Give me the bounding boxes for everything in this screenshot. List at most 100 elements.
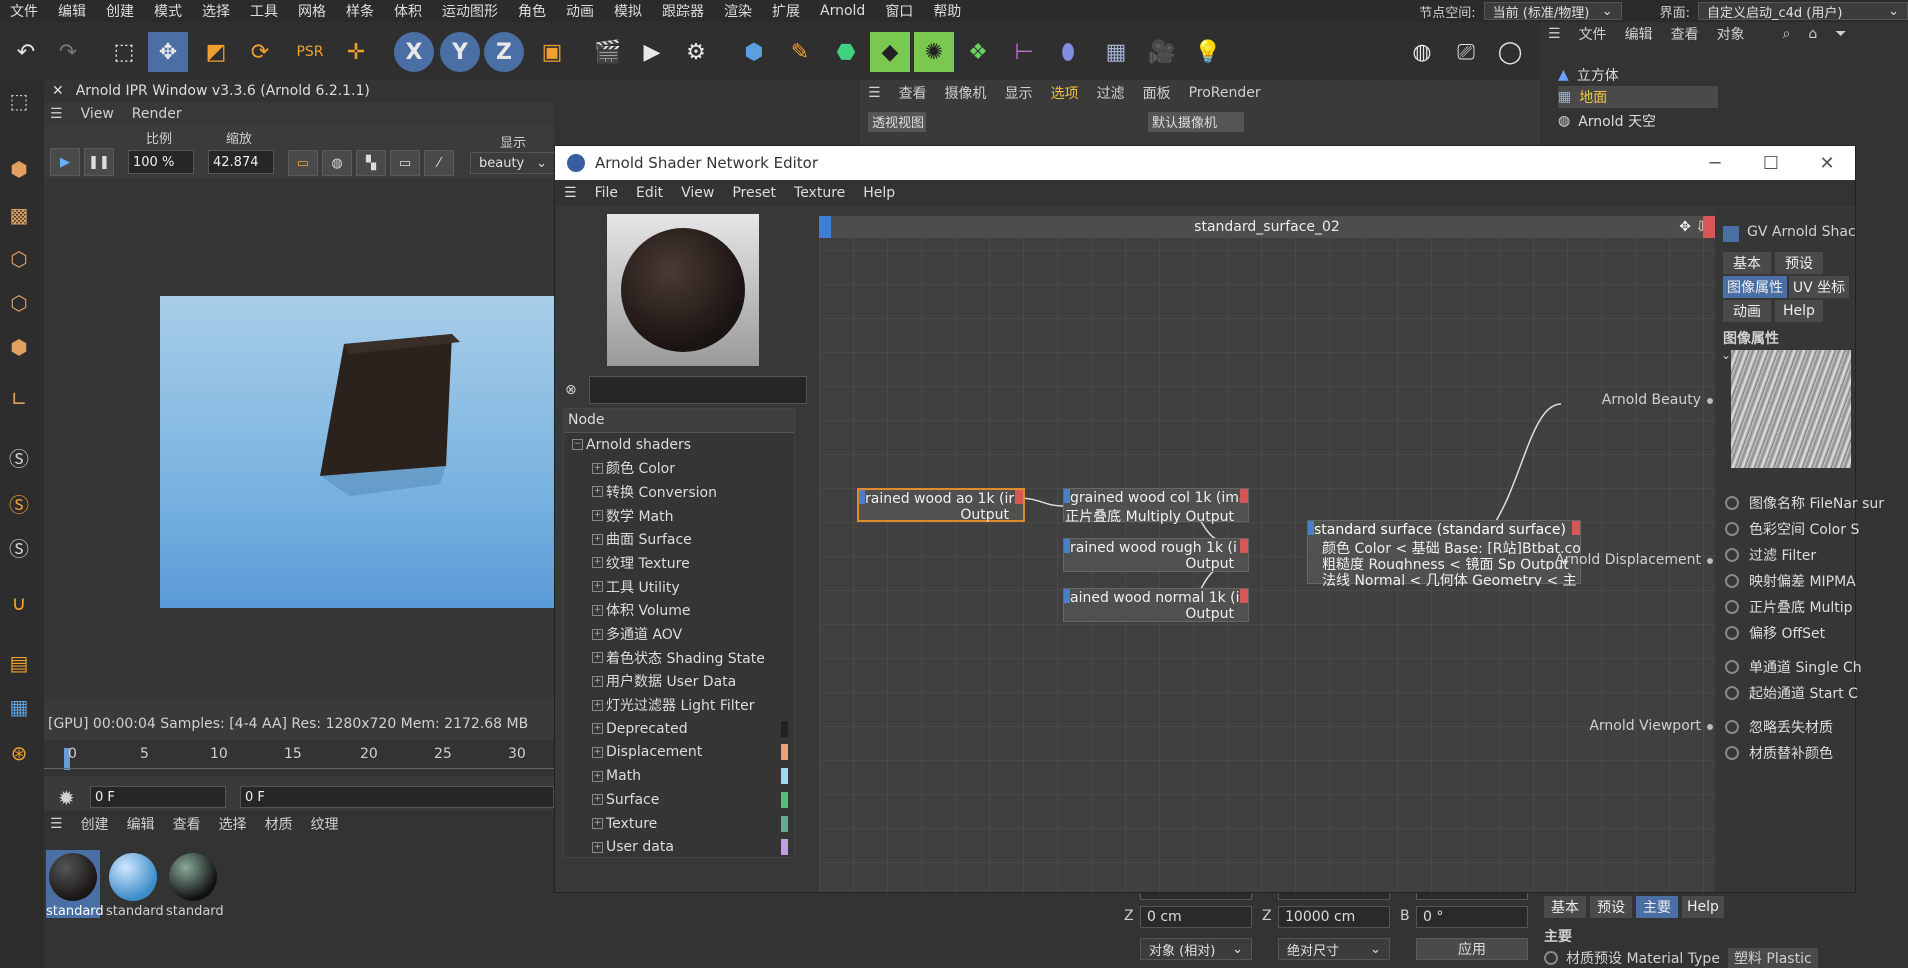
mat-menu-texture[interactable]: 纹理 <box>311 814 339 834</box>
vp-menu-prorender[interactable]: ProRender <box>1189 85 1261 101</box>
props-tab-help[interactable]: Help <box>1775 300 1823 322</box>
monitor-icon[interactable]: ▭ <box>288 150 318 176</box>
prop-row[interactable]: 起始通道 Start C <box>1725 682 1858 704</box>
dlg-menu-preset[interactable]: Preset <box>723 185 785 201</box>
pause-icon[interactable]: ❚❚ <box>84 148 114 176</box>
prop-row[interactable]: 过滤 Filter <box>1725 544 1816 566</box>
tree-item[interactable]: + 用户数据 User Data <box>564 670 794 694</box>
props-tab-image[interactable]: 图像属性 <box>1723 276 1787 298</box>
y-axis-icon[interactable]: Y <box>440 32 480 72</box>
prop-row[interactable]: 映射偏差 MIPMA <box>1725 570 1856 592</box>
expand-icon[interactable]: + <box>592 510 603 522</box>
output-viewport-port[interactable] <box>1707 724 1713 730</box>
props-tab-uv[interactable]: UV 坐标 <box>1789 276 1849 298</box>
minimize-icon[interactable]: ─ <box>1687 146 1743 180</box>
object-row-cube[interactable]: ▲ 立方体 <box>1558 64 1619 86</box>
prop-row[interactable]: 色彩空间 Color S <box>1725 518 1859 540</box>
scale-icon[interactable]: ◩ <box>196 32 236 72</box>
grid-icon[interactable]: ▦ <box>2 690 36 724</box>
prop-row[interactable]: 材质替补颜色 <box>1725 742 1833 764</box>
coord-mode-dropdown[interactable]: 对象 (相对) ⌄ <box>1140 938 1252 960</box>
script-icon[interactable]: ⊛ <box>2 736 36 770</box>
material-swatch-3[interactable]: standard <box>166 850 224 919</box>
obj-menu-view[interactable]: 查看 <box>1671 24 1699 44</box>
node-space-dropdown[interactable]: 当前 (标准/物理) ⌄ <box>1483 2 1622 21</box>
radio-icon[interactable] <box>1725 626 1739 640</box>
tree-item[interactable]: + 颜色 Color <box>564 456 794 480</box>
tree-item[interactable]: + Math <box>564 764 794 788</box>
deformer-icon[interactable]: ⊢ <box>1004 32 1044 72</box>
z-position-field[interactable]: 0 cm <box>1140 906 1252 928</box>
menu-arnold[interactable]: Arnold <box>810 3 875 19</box>
mat-menu-create[interactable]: 创建 <box>81 814 109 834</box>
expand-icon[interactable]: + <box>592 770 603 782</box>
tree-item[interactable]: + 数学 Math <box>564 504 794 528</box>
texture-mode-icon[interactable]: ▩ <box>2 198 36 232</box>
vp-menu-options[interactable]: 选项 <box>1051 83 1079 103</box>
model-mode-icon[interactable]: ⬢ <box>2 152 36 186</box>
timeline[interactable]: 0 5 10 15 20 25 30 <box>44 740 554 776</box>
tree-item[interactable]: + Displacement <box>564 741 794 765</box>
tree-item[interactable]: + 多通道 AOV <box>564 622 794 646</box>
tree-item[interactable]: + User data <box>564 835 794 857</box>
menu-mode[interactable]: 模式 <box>144 1 192 21</box>
object-row-floor[interactable]: ▦ 地面 <box>1558 86 1718 108</box>
mat-menu-select[interactable]: 选择 <box>219 814 247 834</box>
output-viewport[interactable]: Arnold Viewport <box>1589 718 1701 734</box>
z-axis-icon[interactable]: Z <box>484 32 524 72</box>
expand-icon[interactable]: + <box>592 486 603 498</box>
close-icon[interactable]: ✕ <box>1799 146 1855 180</box>
snap-s2-icon[interactable]: Ⓢ <box>2 486 36 520</box>
snap-s3-icon[interactable]: Ⓢ <box>2 530 36 564</box>
close-icon[interactable]: ✕ <box>52 83 64 99</box>
move-icon[interactable]: ✥ <box>148 32 188 72</box>
mat-menu-view[interactable]: 查看 <box>173 814 201 834</box>
radio-icon[interactable] <box>1725 660 1739 674</box>
surface-input-color[interactable]: 颜色 Color < 基础 Base: [R站]Btbat.co <box>1308 538 1580 554</box>
frame-field[interactable]: 0 F <box>90 786 226 808</box>
cube-icon[interactable]: ⬢ <box>734 32 774 72</box>
rotate-icon[interactable]: ⟳ <box>240 32 280 72</box>
vp-menu-panel[interactable]: 面板 <box>1143 83 1171 103</box>
dlg-menu-edit[interactable]: Edit <box>627 185 672 201</box>
camera-icon[interactable]: 🎥 <box>1142 32 1182 72</box>
radio-icon[interactable] <box>1725 574 1739 588</box>
menu-spline[interactable]: 样条 <box>336 1 384 21</box>
radio-icon[interactable] <box>1725 686 1739 700</box>
attr-tab-main[interactable]: 主要 <box>1636 896 1678 918</box>
mograph-icon[interactable]: ❖ <box>958 32 998 72</box>
axis-icon[interactable]: ∟ <box>2 382 36 416</box>
menu-animate[interactable]: 动画 <box>556 1 604 21</box>
hamburger-icon[interactable]: ☰ <box>50 106 63 122</box>
props-tab-basic[interactable]: 基本 <box>1723 252 1771 274</box>
floor-icon[interactable]: ▦ <box>1096 32 1136 72</box>
menu-mesh[interactable]: 网格 <box>288 1 336 21</box>
vp-menu-cameras[interactable]: 摄像机 <box>945 83 987 103</box>
attr-tab-help[interactable]: Help <box>1682 896 1724 918</box>
vp-menu-filter[interactable]: 过滤 <box>1097 83 1125 103</box>
expand-icon[interactable]: + <box>592 723 603 735</box>
menu-edit[interactable]: 编辑 <box>48 1 96 21</box>
hamburger-icon[interactable]: ☰ <box>1548 26 1561 42</box>
home-icon[interactable]: ⌂ <box>1808 26 1817 42</box>
expand-icon[interactable]: + <box>592 628 603 640</box>
x-axis-icon[interactable]: X <box>394 32 434 72</box>
tree-item[interactable]: + 灯光过滤器 Light Filter <box>564 693 794 717</box>
output-displacement-port[interactable] <box>1707 558 1713 564</box>
radio-icon[interactable] <box>1725 548 1739 562</box>
standard-surface-node[interactable]: standard surface (standard surface) 颜色 C… <box>1307 520 1581 586</box>
expand-icon[interactable]: + <box>592 746 603 758</box>
field-icon[interactable]: ⬮ <box>1048 32 1088 72</box>
vp-menu-display[interactable]: 显示 <box>1005 83 1033 103</box>
radio-icon[interactable] <box>1725 522 1739 536</box>
obj-menu-file[interactable]: 文件 <box>1579 24 1607 44</box>
hamburger-icon[interactable]: ☰ <box>868 85 881 101</box>
texture-node-ao[interactable]: rained wood ao 1k (ir Output <box>857 488 1025 523</box>
hamburger-icon[interactable]: ☰ <box>50 816 63 832</box>
viewport-solo-icon[interactable]: ⬚ <box>2 84 36 118</box>
expand-icon[interactable]: + <box>592 581 603 593</box>
hamburger-icon[interactable]: ☰ <box>555 185 586 201</box>
render-settings-icon[interactable]: ⚙ <box>676 32 716 72</box>
tree-item[interactable]: + 体积 Volume <box>564 599 794 623</box>
snap-s-icon[interactable]: Ⓢ <box>2 440 36 474</box>
